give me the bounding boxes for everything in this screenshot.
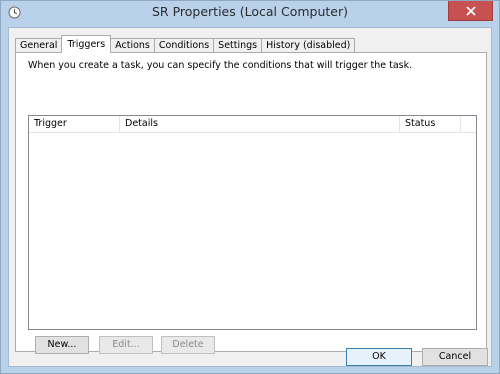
ok-button[interactable]: OK: [346, 348, 412, 366]
dialog-client-area: General Triggers Actions Conditions Sett…: [8, 27, 492, 367]
tab-actions[interactable]: Actions: [110, 38, 155, 53]
title-bar[interactable]: SR Properties (Local Computer): [1, 1, 499, 25]
edit-trigger-button[interactable]: Edit...: [99, 336, 153, 354]
column-header-details[interactable]: Details: [120, 116, 400, 133]
close-icon: [466, 6, 476, 16]
tab-settings[interactable]: Settings: [213, 38, 263, 53]
triggers-panel: When you create a task, you can specify …: [15, 52, 487, 354]
new-trigger-button[interactable]: New...: [35, 336, 89, 354]
tab-general[interactable]: General: [15, 38, 63, 53]
cancel-button[interactable]: Cancel: [422, 348, 488, 366]
properties-window: SR Properties (Local Computer) General T…: [0, 0, 500, 374]
close-button[interactable]: [448, 1, 493, 21]
delete-trigger-button[interactable]: Delete: [161, 336, 215, 354]
tab-triggers[interactable]: Triggers: [61, 35, 112, 53]
column-header-trigger[interactable]: Trigger: [29, 116, 120, 133]
triggers-description: When you create a task, you can specify …: [28, 60, 413, 71]
tab-strip: General Triggers Actions Conditions Sett…: [15, 33, 356, 53]
column-header-status[interactable]: Status: [400, 116, 461, 133]
window-title: SR Properties (Local Computer): [151, 4, 348, 19]
list-header: Trigger Details Status: [29, 116, 476, 133]
tab-history[interactable]: History (disabled): [261, 38, 356, 53]
triggers-list[interactable]: Trigger Details Status: [28, 115, 477, 330]
tab-conditions[interactable]: Conditions: [153, 38, 215, 53]
